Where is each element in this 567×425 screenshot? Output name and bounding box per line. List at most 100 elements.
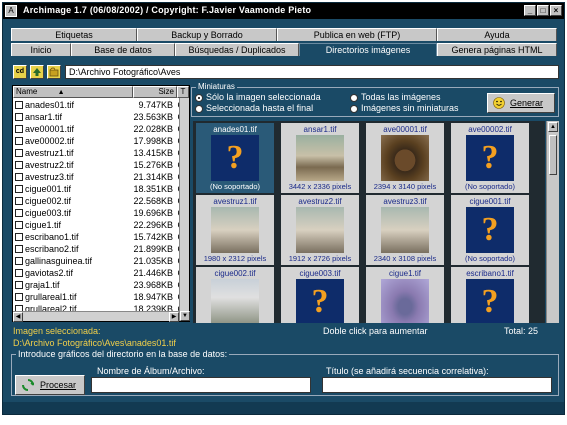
file-row[interactable]: escribano1.tif15.742KBC [13, 231, 185, 243]
file-row[interactable]: avestruz2.tif15.276KBC [13, 159, 185, 171]
file-row[interactable]: ave00001.tif22.028KBC [13, 123, 185, 135]
thumbnail-scrollbar[interactable]: ▲ [546, 121, 559, 323]
thumbnail-info: (No soportado) [464, 182, 516, 191]
thumbnail-cell[interactable]: cigue001.tif? (No soportado) [451, 195, 529, 265]
file-row[interactable]: ave00002.tif17.998KBC [13, 135, 185, 147]
file-row[interactable]: anades01.tif9.747KBC [13, 99, 185, 111]
tab-publica-web[interactable]: Publica en web (FTP) [277, 28, 437, 41]
file-row[interactable]: graja1.tif23.968KBC [13, 279, 185, 291]
thumbnail-cell[interactable]: cigue003.tif? [281, 267, 359, 323]
generar-button[interactable]: Generar [487, 93, 555, 113]
file-row[interactable]: ansar1.tif23.563KBC [13, 111, 185, 123]
tab-busquedas[interactable]: Búsquedas / Duplicados [175, 43, 299, 56]
tab-directorios-imagenes[interactable]: Directorios imágenes [299, 43, 437, 56]
file-row[interactable]: cigue003.tif19.696KBC [13, 207, 185, 219]
tab-inicio[interactable]: Inicio [11, 43, 71, 56]
generar-label: Generar [510, 98, 544, 108]
maximize-button[interactable]: □ [537, 5, 549, 16]
thumbnail-cell[interactable]: avestruz1.tif 1980 x 2312 pixels [196, 195, 274, 265]
thumbnail-cell[interactable]: escribano1.tif? [451, 267, 529, 323]
tab-etiquetas[interactable]: Etiquetas [11, 28, 137, 41]
radio-hasta-final[interactable] [195, 105, 203, 113]
file-checkbox[interactable] [15, 101, 23, 109]
file-list-hscrollbar[interactable]: ◀ ▶ [13, 311, 179, 322]
cd-button[interactable]: cd [13, 65, 27, 79]
path-field[interactable]: D:\Archivo Fotográfico\Aves [65, 65, 559, 79]
title-input[interactable] [322, 377, 552, 393]
file-name: cigue003.tif [25, 208, 72, 218]
file-row[interactable]: escribano2.tif21.899KBC [13, 243, 185, 255]
up-folder-button[interactable] [30, 65, 44, 79]
column-header-size[interactable]: Size [133, 86, 177, 98]
file-checkbox[interactable] [15, 161, 23, 169]
tab-base-de-datos[interactable]: Base de datos [71, 43, 175, 56]
file-row[interactable]: grullareal1.tif18.947KBC [13, 291, 185, 303]
file-row[interactable]: avestruz3.tif21.314KBC [13, 171, 185, 183]
thumbnail-cell[interactable]: cigue002.tif [196, 267, 274, 323]
thumbnail-cell[interactable]: avestruz2.tif 1912 x 2726 pixels [281, 195, 359, 265]
thumbnail-filename: cigue003.tif [299, 269, 341, 278]
file-row[interactable]: gallinasguinea.tif21.035KBC [13, 255, 185, 267]
tab-row-2: Inicio Base de datos Búsquedas / Duplica… [3, 43, 564, 56]
file-checkbox[interactable] [15, 245, 23, 253]
file-checkbox[interactable] [15, 281, 23, 289]
thumbnail-cell[interactable]: ave00002.tif? (No soportado) [451, 123, 529, 193]
thumbnail-cell[interactable]: avestruz3.tif 2340 x 3108 pixels [366, 195, 444, 265]
file-row[interactable]: cigue1.tif22.296KBC [13, 219, 185, 231]
file-checkbox[interactable] [15, 257, 23, 265]
file-size: 21.899KB [133, 244, 173, 254]
column-header-type[interactable]: T [177, 86, 189, 98]
file-checkbox[interactable] [15, 173, 23, 181]
file-list-scrollbar[interactable]: ▼ [179, 98, 190, 321]
file-checkbox[interactable] [15, 197, 23, 205]
radio-solo-seleccionada[interactable] [195, 94, 203, 102]
tab-ayuda[interactable]: Ayuda [437, 28, 557, 41]
procesar-label: Procesar [40, 380, 77, 390]
minimize-button[interactable]: _ [524, 5, 536, 16]
thumbnail-cell[interactable]: ave00001.tif 2394 x 3140 pixels [366, 123, 444, 193]
unsupported-icon: ? [296, 279, 344, 323]
thumbnail-grid[interactable]: anades01.tif? (No soportado) ansar1.tif 344… [193, 121, 545, 323]
app-icon[interactable]: A [5, 5, 17, 17]
file-row[interactable]: avestruz1.tif13.415KBC [13, 147, 185, 159]
refresh-folder-button[interactable] [47, 65, 61, 79]
file-checkbox[interactable] [15, 113, 23, 121]
close-button[interactable]: × [550, 5, 562, 16]
radio-todas[interactable] [350, 94, 358, 102]
file-checkbox[interactable] [15, 185, 23, 193]
file-checkbox[interactable] [15, 233, 23, 241]
scroll-down-icon[interactable]: ▼ [180, 311, 190, 321]
file-checkbox[interactable] [15, 149, 23, 157]
scroll-left-icon[interactable]: ◀ [13, 312, 23, 322]
unsupported-icon: ? [466, 135, 514, 181]
file-checkbox[interactable] [15, 269, 23, 277]
file-checkbox[interactable] [15, 221, 23, 229]
thumbnail-cell[interactable]: ansar1.tif 3442 x 2336 pixels [281, 123, 359, 193]
file-checkbox[interactable] [15, 125, 23, 133]
file-checkbox[interactable] [15, 137, 23, 145]
radio-label-solo-seleccionada: Sólo la imagen seleccionada [206, 92, 321, 102]
file-checkbox[interactable] [15, 209, 23, 217]
smiley-icon [493, 97, 505, 109]
file-row[interactable]: cigue001.tif18.351KBC [13, 183, 185, 195]
procesar-button[interactable]: Procesar [15, 375, 85, 395]
file-size: 13.415KB [133, 148, 173, 158]
file-row[interactable]: gaviotas2.tif21.446KBC [13, 267, 185, 279]
file-list[interactable]: Name ▲ Size T anades01.tif9.747KBCansar1… [12, 85, 190, 322]
thumbnail-cell[interactable]: anades01.tif? (No soportado) [196, 123, 274, 193]
thumbnail-info: 2394 x 3140 pixels [373, 182, 437, 191]
thumbnail-image [381, 279, 429, 323]
column-header-name[interactable]: Name ▲ [13, 86, 133, 98]
file-row[interactable]: cigue002.tif22.568KBC [13, 195, 185, 207]
tab-backup[interactable]: Backup y Borrado [137, 28, 277, 41]
scroll-up-icon[interactable]: ▲ [548, 122, 558, 132]
thumbnail-cell[interactable]: cigue1.tif [366, 267, 444, 323]
scroll-right-icon[interactable]: ▶ [169, 312, 179, 322]
album-name-input[interactable] [91, 377, 311, 393]
file-size: 21.314KB [133, 172, 173, 182]
radio-sin-miniaturas[interactable] [350, 105, 358, 113]
file-checkbox[interactable] [15, 293, 23, 301]
selected-image-path: D:\Archivo Fotográfico\Aves\anades01.tif [13, 338, 176, 348]
tab-genera-html[interactable]: Genera páginas HTML [437, 43, 557, 56]
scroll-thumb[interactable] [549, 135, 557, 175]
